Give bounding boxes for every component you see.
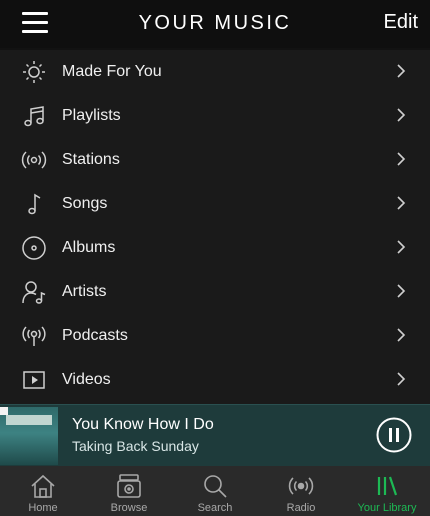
edit-button[interactable]: Edit [384, 11, 418, 34]
podcast-icon [22, 326, 46, 346]
chevron-right-icon [397, 152, 406, 166]
page-title: YOUR MUSIC [138, 12, 292, 34]
chevron-right-icon [397, 108, 406, 122]
music-notes-icon [24, 106, 44, 127]
pause-button[interactable] [376, 417, 412, 453]
cover-strip [6, 415, 52, 425]
library-item-label: Songs [62, 195, 108, 212]
chevron-right-icon [397, 240, 406, 254]
library-item-videos[interactable]: Videos [0, 358, 430, 402]
library-item-artists[interactable]: Artists [0, 270, 430, 314]
chevron-right-icon [397, 284, 406, 298]
chevron-right-icon [397, 196, 406, 210]
bottom-tab-bar: Home Browse Search Radio Your Library [0, 466, 430, 516]
album-cover[interactable] [0, 407, 58, 465]
album-disc-icon [22, 236, 46, 260]
now-playing-title: You Know How I Do [72, 416, 214, 433]
tab-label: Browse [110, 502, 148, 514]
library-item-songs[interactable]: Songs [0, 182, 430, 226]
library-item-label: Albums [62, 239, 116, 256]
chevron-right-icon [397, 372, 406, 386]
library-item-label: Artists [62, 283, 107, 300]
radio-waves-icon [21, 151, 47, 169]
library-item-podcasts[interactable]: Podcasts [0, 314, 430, 358]
cover-corner [0, 407, 8, 415]
music-note-icon [28, 193, 41, 215]
browse-icon [117, 474, 141, 498]
radio-icon [288, 477, 314, 495]
tab-home[interactable]: Home [0, 466, 86, 516]
tab-label: Home [28, 502, 58, 514]
search-icon [204, 475, 227, 498]
library-item-label: Made For You [62, 63, 162, 80]
tab-label: Radio [286, 502, 316, 514]
header: YOUR MUSIC Edit [0, 0, 430, 48]
video-play-icon [23, 371, 45, 389]
library-item-made-for-you[interactable]: Made For You [0, 50, 430, 94]
library-item-label: Stations [62, 151, 120, 168]
chevron-right-icon [397, 64, 406, 78]
tab-your-library[interactable]: Your Library [344, 466, 430, 516]
library-item-stations[interactable]: Stations [0, 138, 430, 182]
library-icon [377, 476, 398, 496]
tab-label: Your Library [357, 502, 417, 514]
library-list: Made For You Playlists Stations Songs Al… [0, 50, 430, 404]
library-item-label: Playlists [62, 107, 121, 124]
library-item-label: Podcasts [62, 327, 128, 344]
tab-browse[interactable]: Browse [86, 466, 172, 516]
now-playing-bar[interactable]: You Know How I Do Taking Back Sunday [0, 404, 430, 467]
tab-search[interactable]: Search [172, 466, 258, 516]
library-item-albums[interactable]: Albums [0, 226, 430, 270]
chevron-right-icon [397, 328, 406, 342]
artist-icon [22, 281, 46, 304]
library-item-label: Videos [62, 371, 111, 388]
tab-label: Search [197, 502, 233, 514]
home-icon [31, 474, 55, 498]
tab-radio[interactable]: Radio [258, 466, 344, 516]
now-playing-artist: Taking Back Sunday [72, 438, 199, 454]
library-item-playlists[interactable]: Playlists [0, 94, 430, 138]
sun-icon [23, 61, 45, 83]
